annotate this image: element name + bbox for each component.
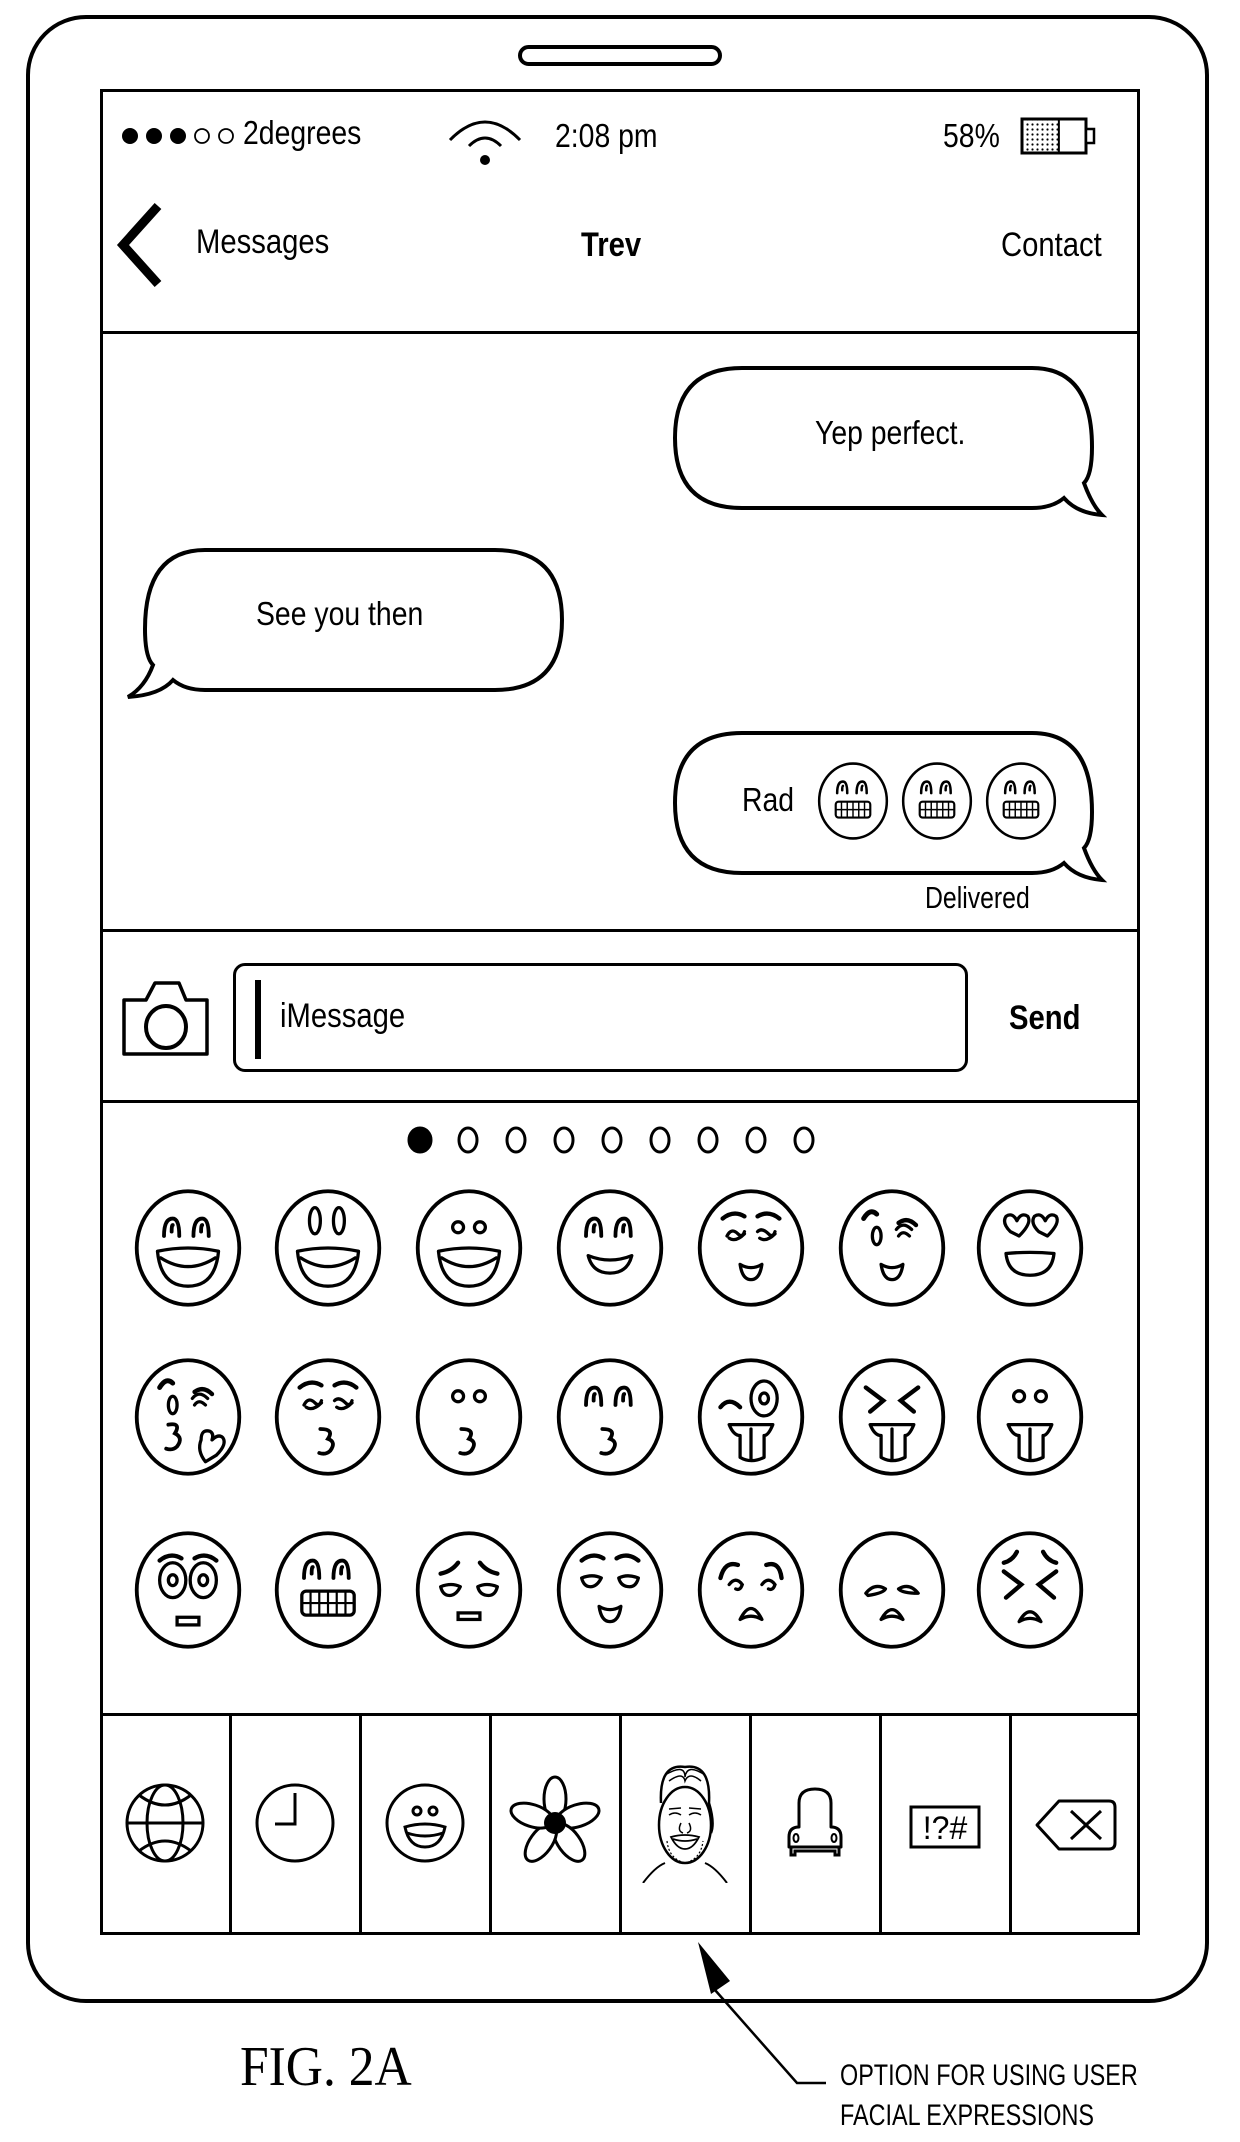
figure-label: FIG. 2A: [240, 2036, 412, 2098]
callout-leader-line: [698, 1942, 826, 2085]
callout-text-line2: FACIAL EXPRESSIONS: [840, 2099, 1095, 2132]
callout-text-line1: OPTION FOR USING USER: [840, 2059, 1138, 2092]
